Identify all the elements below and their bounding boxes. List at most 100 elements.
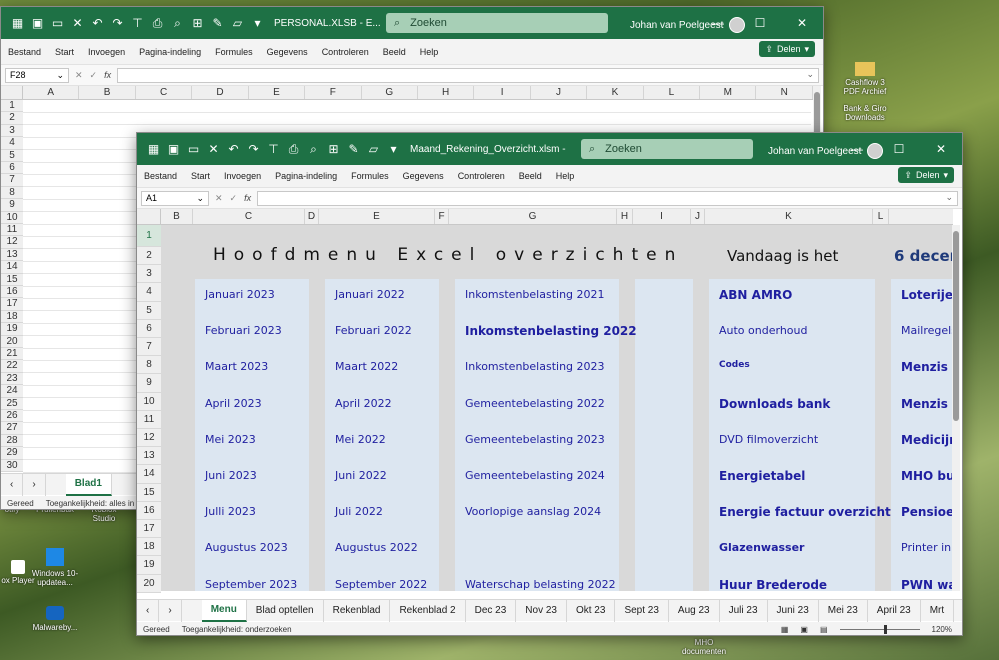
customize-icon[interactable]: ▾ <box>385 141 402 158</box>
row-header[interactable]: 16 <box>1 286 23 299</box>
undo-icon[interactable]: ↶ <box>89 15 106 32</box>
column-header[interactable]: G <box>449 209 617 224</box>
menu-link[interactable]: Energietabel <box>719 469 805 483</box>
menu-item-invoegen[interactable]: Invoegen <box>217 171 268 181</box>
menu-link[interactable]: April 2022 <box>335 397 392 410</box>
row-header[interactable]: 15 <box>1 273 23 286</box>
view-layout-icon[interactable]: ▣ <box>800 625 808 634</box>
menu-link[interactable]: Inkomstenbelasting 2021 <box>465 288 605 301</box>
row-header[interactable]: 26 <box>1 410 23 423</box>
tab-dec-23[interactable]: Dec 23 <box>466 599 517 622</box>
brush-icon[interactable]: ✎ <box>209 15 226 32</box>
column-header[interactable]: A <box>23 86 80 99</box>
maximize-icon[interactable]: ☐ <box>739 7 781 39</box>
row-header[interactable]: 22 <box>1 360 23 373</box>
row-header[interactable]: 5 <box>1 149 23 162</box>
column-header[interactable]: I <box>633 209 691 224</box>
menu-link[interactable]: Januari 2022 <box>335 288 405 301</box>
menu-link[interactable]: Gemeentebelasting 2022 <box>465 397 605 410</box>
customize-icon[interactable]: ▾ <box>249 15 266 32</box>
column-header[interactable]: H <box>418 86 475 99</box>
menu-item-formules[interactable]: Formules <box>344 171 396 181</box>
tab-nov-23[interactable]: Nov 23 <box>516 599 567 622</box>
row-header[interactable]: 23 <box>1 372 23 386</box>
row-header[interactable]: 18 <box>137 538 161 557</box>
column-header[interactable]: E <box>319 209 435 224</box>
menu-link[interactable]: Gemeentebelasting 2024 <box>465 469 605 482</box>
row-header[interactable]: 8 <box>137 356 161 375</box>
menu-link[interactable]: Augustus 2022 <box>335 541 418 554</box>
menu-link[interactable]: Januari 2023 <box>205 288 275 301</box>
menu-link[interactable]: Gemeentebelasting 2023 <box>465 433 605 446</box>
desktop-icon-mho[interactable]: MHO documenten <box>676 638 732 656</box>
open-icon[interactable]: ▱ <box>365 141 382 158</box>
accessibility-status[interactable]: Toegankelijkheid: alles in <box>46 499 135 508</box>
desktop-icon-malwarebytes[interactable]: Malwareby... <box>30 606 80 632</box>
row-header[interactable]: 20 <box>137 574 161 593</box>
formula-input[interactable]: ⌄ <box>257 190 958 206</box>
enter-icon[interactable]: ✓ <box>90 70 98 81</box>
function-icon[interactable]: fx <box>104 70 111 81</box>
undo-icon[interactable]: ↶ <box>225 141 242 158</box>
name-box[interactable]: F28 ⌄ <box>5 67 69 83</box>
menu-item-help[interactable]: Help <box>413 47 446 57</box>
row-header[interactable]: 30 <box>1 459 23 472</box>
row-header[interactable]: 19 <box>137 556 161 575</box>
menu-link[interactable]: ABN AMRO <box>719 288 792 302</box>
column-header[interactable]: F <box>305 86 362 99</box>
desktop-icon-cashflow[interactable]: Cashflow 3 PDF Archief <box>840 62 890 96</box>
menu-link[interactable]: Mei 2022 <box>335 433 386 446</box>
menu-link[interactable]: Voorlopige aanslag 2024 <box>465 505 601 518</box>
menu-link[interactable]: Maart 2023 <box>205 360 268 373</box>
row-header[interactable]: 11 <box>137 410 161 429</box>
row-header[interactable]: 13 <box>137 447 161 466</box>
menu-link[interactable]: Medicijne <box>901 433 953 447</box>
row-header[interactable]: 17 <box>1 298 23 311</box>
row-header[interactable]: 28 <box>1 434 23 448</box>
share-button[interactable]: ⇪ Delen ▾ <box>898 167 954 183</box>
menu-item-start[interactable]: Start <box>184 171 217 181</box>
desktop-icon-windows-update[interactable]: Windows 10-updatea... <box>30 548 80 587</box>
tab-mrt[interactable]: Mrt <box>921 599 955 622</box>
row-header[interactable]: 10 <box>1 211 23 224</box>
menu-link[interactable]: MHO budg <box>901 469 953 483</box>
accessibility-status[interactable]: Toegankelijkheid: onderzoeken <box>182 625 292 634</box>
menu-link[interactable]: Huur Brederode <box>719 578 827 591</box>
menu-link[interactable]: April 2023 <box>205 397 262 410</box>
select-all-corner[interactable] <box>137 209 161 225</box>
tab-aug-23[interactable]: Aug 23 <box>669 599 720 622</box>
vertical-scrollbar[interactable] <box>952 225 960 591</box>
row-header[interactable]: 3 <box>137 265 161 284</box>
menu-link[interactable]: Auto onderhoud <box>719 324 807 337</box>
row-header[interactable]: 7 <box>1 174 23 187</box>
row-header[interactable]: 12 <box>137 429 161 448</box>
brush-icon[interactable]: ✎ <box>345 141 362 158</box>
column-header[interactable]: I <box>474 86 531 99</box>
column-header[interactable]: D <box>192 86 249 99</box>
row-header[interactable]: 9 <box>137 374 161 393</box>
print-icon[interactable]: ⎙ <box>149 15 166 32</box>
menu-link[interactable]: Mei 2023 <box>205 433 256 446</box>
menu-link[interactable]: Augustus 2023 <box>205 541 288 554</box>
save-icon[interactable]: ▣ <box>165 141 182 158</box>
save-icon[interactable]: ▣ <box>29 15 46 32</box>
folder-icon[interactable]: ▭ <box>49 15 66 32</box>
menu-item-gegevens[interactable]: Gegevens <box>396 171 451 181</box>
row-header[interactable]: 16 <box>137 501 161 520</box>
search-box[interactable]: ⌕ Zoeken <box>386 13 608 33</box>
tab-sept-23[interactable]: Sept 23 <box>615 599 669 622</box>
row-header[interactable]: 25 <box>1 397 23 410</box>
maximize-icon[interactable]: ☐ <box>878 133 920 165</box>
view-normal-icon[interactable]: ▦ <box>781 625 789 634</box>
row-header[interactable]: 12 <box>1 236 23 249</box>
column-header[interactable]: G <box>362 86 418 99</box>
tab-menu[interactable]: Menu <box>201 599 247 622</box>
menu-item-bestand[interactable]: Bestand <box>137 171 184 181</box>
row-header[interactable]: 10 <box>137 392 161 411</box>
menu-link[interactable]: Mailregels <box>901 324 953 337</box>
menu-link[interactable]: Codes <box>719 360 750 370</box>
menu-link[interactable]: Februari 2023 <box>205 324 282 337</box>
close-icon[interactable]: ✕ <box>920 133 962 165</box>
column-header[interactable]: L <box>644 86 701 99</box>
row-header[interactable]: 4 <box>137 283 161 302</box>
